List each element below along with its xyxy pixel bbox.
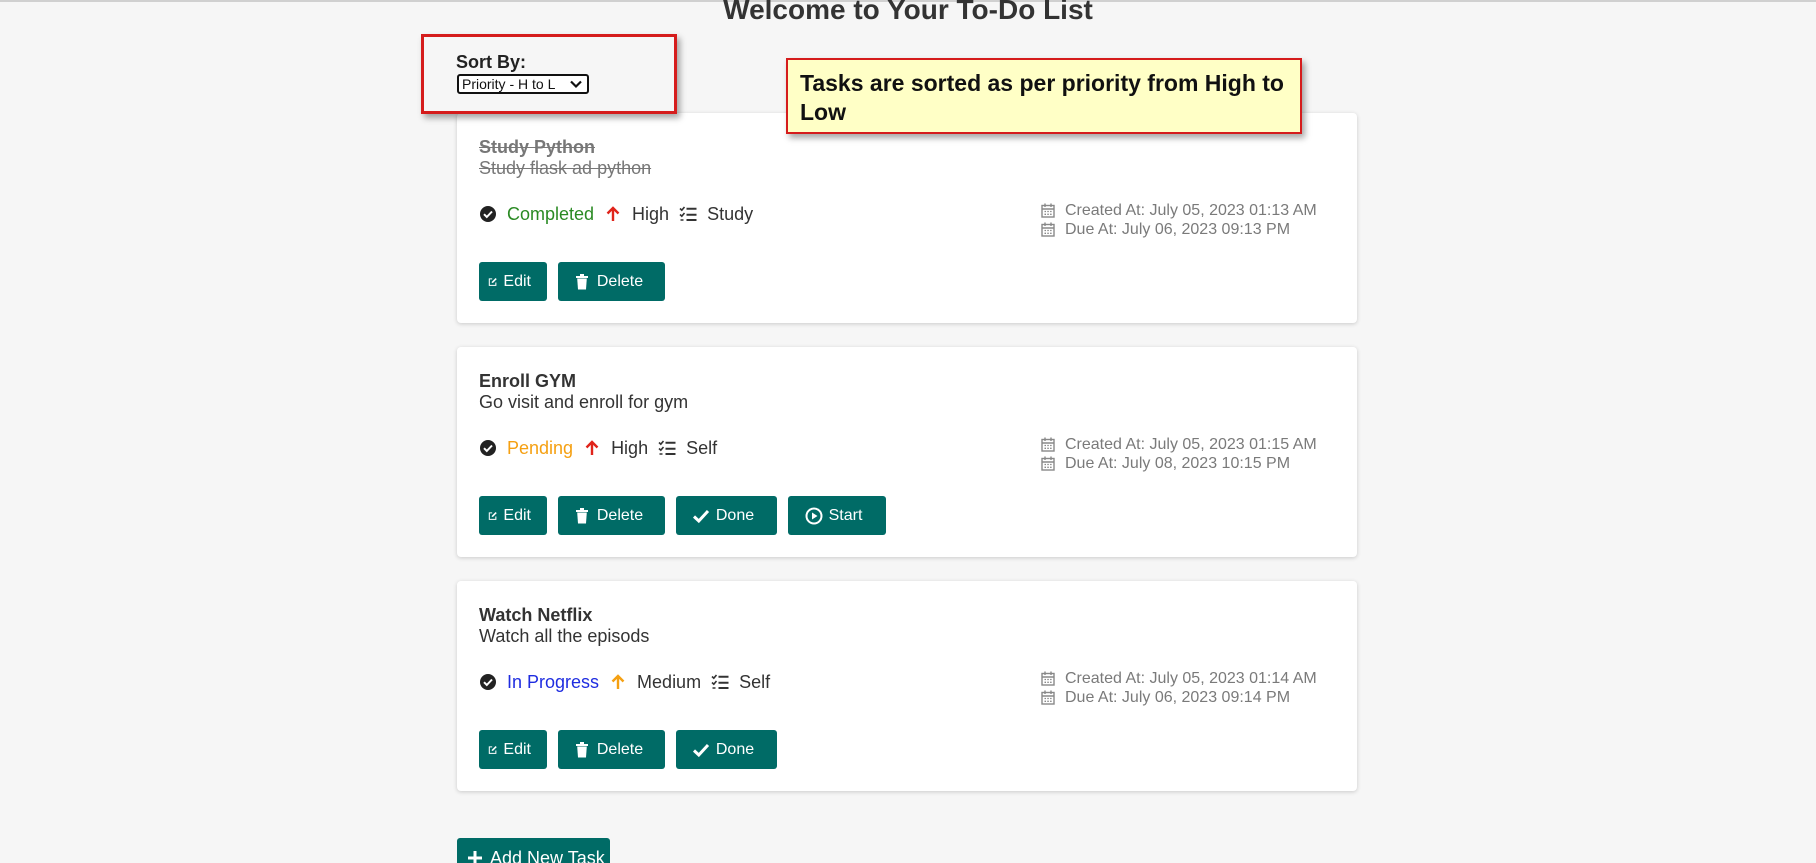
task-dates: Created At: July 05, 2023 01:15 AM Due A… (1041, 435, 1317, 473)
tasks-list-icon (679, 206, 697, 221)
arrow-up-icon (611, 674, 625, 689)
due-at: Due At: July 08, 2023 10:15 PM (1065, 455, 1291, 472)
start-button[interactable]: Start (788, 496, 886, 535)
arrow-up-icon (606, 206, 620, 221)
done-button-label: Done (715, 740, 755, 758)
task-meta: Completed High Study (479, 202, 763, 226)
priority-label: High (632, 203, 670, 224)
chevron-down-icon (570, 80, 582, 89)
check-icon (692, 743, 709, 757)
sort-label: Sort By: (456, 52, 527, 72)
check-icon (692, 509, 709, 523)
status-label: Completed (507, 203, 595, 224)
priority-label: High (611, 437, 649, 458)
start-button-label: Start (828, 506, 863, 524)
check-circle-icon (480, 674, 496, 690)
edit-button[interactable]: Edit (479, 496, 547, 535)
done-button-label: Done (715, 506, 755, 524)
status-label: Pending (507, 437, 574, 458)
edit-button-label: Edit (503, 740, 531, 758)
trash-icon (575, 507, 588, 523)
annotation-callout: Tasks are sorted as per priority from Hi… (786, 58, 1302, 134)
status-label: In Progress (507, 671, 600, 692)
task-card: Watch Netflix Watch all the episods In P… (457, 581, 1357, 791)
add-new-task-button[interactable]: Add New Task (457, 838, 610, 863)
sort-select[interactable]: Priority - H to L (457, 74, 589, 94)
task-description: Watch all the episods (479, 626, 650, 646)
category-label: Study (707, 203, 754, 224)
delete-button[interactable]: Delete (558, 496, 665, 535)
calendar-icon (1041, 222, 1055, 237)
edit-icon (488, 277, 497, 286)
done-button[interactable]: Done (676, 730, 777, 769)
task-description: Study flask ad python (479, 158, 652, 178)
task-title: Watch Netflix (479, 605, 593, 625)
created-at: Created At: July 05, 2023 01:13 AM (1065, 202, 1317, 219)
task-card: Enroll GYM Go visit and enroll for gym P… (457, 347, 1357, 557)
add-new-task-label: Add New Task (490, 847, 605, 863)
edit-button[interactable]: Edit (479, 730, 547, 769)
calendar-icon (1041, 671, 1055, 686)
calendar-icon (1041, 203, 1055, 218)
calendar-icon (1041, 690, 1055, 705)
trash-icon (575, 273, 588, 289)
check-circle-icon (480, 206, 496, 222)
plus-icon (468, 851, 482, 863)
task-title: Enroll GYM (479, 371, 577, 391)
done-button[interactable]: Done (676, 496, 777, 535)
page-title: Welcome to Your To-Do List (723, 0, 1093, 25)
task-meta: In Progress Medium Self (479, 670, 780, 694)
delete-button-label: Delete (596, 506, 644, 524)
edit-icon (488, 511, 497, 520)
due-at: Due At: July 06, 2023 09:14 PM (1065, 689, 1291, 706)
task-dates: Created At: July 05, 2023 01:14 AM Due A… (1041, 669, 1317, 707)
category-label: Self (686, 437, 718, 458)
due-at: Due At: July 06, 2023 09:13 PM (1065, 221, 1291, 238)
tasks-list-icon (658, 440, 676, 455)
tasks-list-icon (711, 674, 729, 689)
delete-button[interactable]: Delete (558, 262, 665, 301)
priority-label: Medium (637, 671, 702, 692)
created-at: Created At: July 05, 2023 01:15 AM (1065, 436, 1317, 453)
category-label: Self (739, 671, 771, 692)
arrow-up-icon (585, 440, 599, 455)
task-meta: Pending High Self (479, 436, 727, 460)
sort-select-value: Priority - H to L (462, 76, 556, 92)
play-circle-icon (805, 507, 823, 524)
edit-button-label: Edit (503, 506, 531, 524)
delete-button-label: Delete (596, 740, 644, 758)
delete-button[interactable]: Delete (558, 730, 665, 769)
created-at: Created At: July 05, 2023 01:14 AM (1065, 670, 1317, 687)
calendar-icon (1041, 456, 1055, 471)
task-dates: Created At: July 05, 2023 01:13 AM Due A… (1041, 201, 1317, 239)
edit-button[interactable]: Edit (479, 262, 547, 301)
delete-button-label: Delete (596, 272, 644, 290)
task-card: Study Python Study flask ad python Compl… (457, 113, 1357, 323)
trash-icon (575, 741, 588, 757)
edit-icon (488, 745, 497, 754)
calendar-icon (1041, 437, 1055, 452)
check-circle-icon (480, 440, 496, 456)
task-title: Study Python (479, 137, 595, 157)
task-description: Go visit and enroll for gym (479, 392, 689, 412)
edit-button-label: Edit (503, 272, 531, 290)
